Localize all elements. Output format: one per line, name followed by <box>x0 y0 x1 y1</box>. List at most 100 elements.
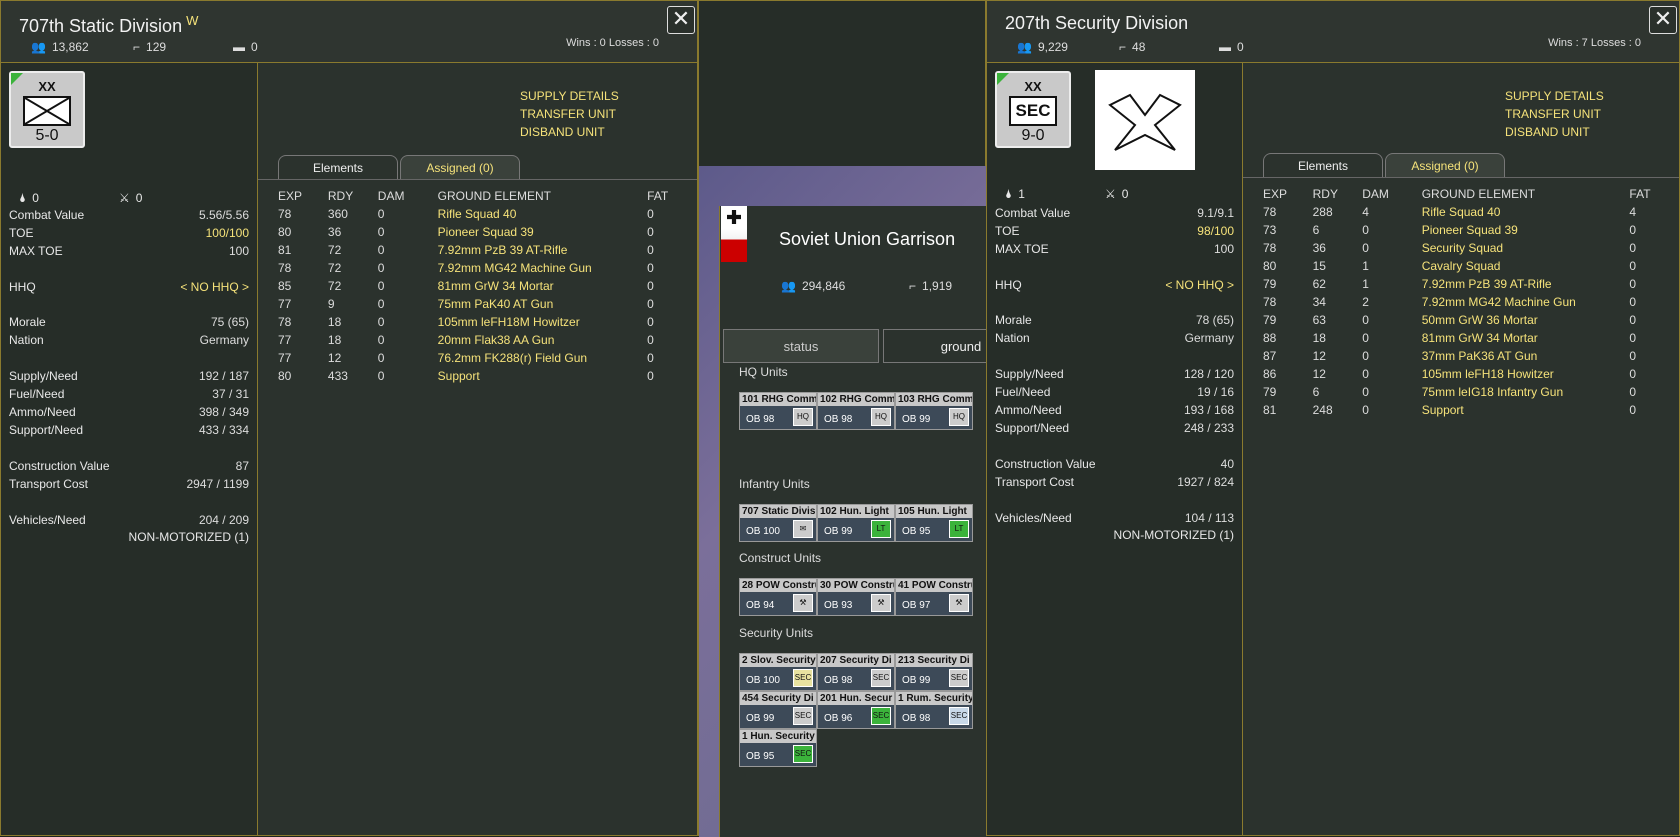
right-title-bar: 207th Security Division 👥 9,229 ⌐ 48 ▬ 0 Wi… <box>987 1 1679 63</box>
people-icon: 👥 <box>31 40 46 54</box>
table-cell: 0 <box>1629 349 1637 363</box>
table-row[interactable]: 78 72 0 7.92mm MG42 Machine Gun 0 <box>278 259 697 277</box>
table-row[interactable]: 86 12 0 105mm leFH18 Howitzer 0 <box>1263 365 1679 383</box>
stat-label: Nation <box>9 333 44 347</box>
column-header: DAM <box>1362 187 1389 201</box>
stat-value: 87 <box>235 459 249 473</box>
unit-type-icon: SEC <box>793 745 813 763</box>
stat-value: 192 / 187 <box>198 369 249 383</box>
unit-box[interactable]: 207 Security Di OB 98 SEC <box>817 653 895 691</box>
table-cell: 80 <box>278 225 292 239</box>
tab-elements[interactable]: Elements <box>1263 153 1383 177</box>
unit-box[interactable]: 102 RHG Comm OB 98 HQ <box>817 392 895 430</box>
stat-value[interactable]: 98/100 <box>1197 224 1234 238</box>
supply-details-link[interactable]: SUPPLY DETAILS <box>520 87 619 105</box>
unit-box[interactable]: 28 POW Constru OB 94 ⚒ <box>739 578 817 616</box>
unit-box[interactable]: 454 Security Di OB 99 SEC <box>739 691 817 729</box>
gun-icon: ⌐ <box>909 279 917 293</box>
stat-label: Transport Cost <box>995 475 1074 489</box>
close-icon: ✕ <box>1653 6 1673 31</box>
stat-value: 19 / 16 <box>1197 385 1234 399</box>
unit-name: 207 Security Di <box>818 654 894 667</box>
tab-assigned[interactable]: Assigned (0) <box>400 155 520 179</box>
table-row[interactable]: 81 248 0 Support 0 <box>1263 401 1679 419</box>
table-cell: 34 <box>1312 295 1326 309</box>
unit-counter[interactable]: XX SEC 9-0 <box>995 71 1071 148</box>
crossed-swords-icon: ⚔ <box>119 191 130 205</box>
transfer-unit-link[interactable]: TRANSFER UNIT <box>1505 105 1604 123</box>
unit-box[interactable]: 1 Rum. Security OB 98 SEC <box>895 691 973 729</box>
column-header: FAT <box>647 189 669 203</box>
tank-icon: ▬ <box>233 40 245 54</box>
table-row[interactable]: 77 9 0 75mm PaK40 AT Gun 0 <box>278 295 697 313</box>
stat-value: 104 / 113 <box>1184 511 1234 525</box>
disband-unit-link[interactable]: DISBAND UNIT <box>1505 123 1604 141</box>
disband-unit-link[interactable]: DISBAND UNIT <box>520 123 619 141</box>
supply-details-link[interactable]: SUPPLY DETAILS <box>1505 87 1604 105</box>
stat-value: 78 (65) <box>1195 313 1234 327</box>
table-cell: 2 <box>1362 295 1369 309</box>
table-row[interactable]: 85 72 0 81mm GrW 34 Mortar 0 <box>278 277 697 295</box>
combat-row: ⚔ 0 <box>119 191 143 205</box>
unit-type-icon: HQ <box>871 408 891 426</box>
motorization: NON-MOTORIZED (1) <box>128 530 249 544</box>
unit-box[interactable]: 41 POW Constru OB 97 ⚒ <box>895 578 973 616</box>
table-row[interactable]: 81 72 0 7.92mm PzB 39 AT-Rifle 0 <box>278 241 697 259</box>
stat-label: Vehicles/Need <box>995 511 1072 525</box>
table-row[interactable]: 78 360 0 Rifle Squad 40 0 <box>278 205 697 223</box>
stat-label: TOE <box>9 226 34 240</box>
table-row[interactable]: 80 15 1 Cavalry Squad 0 <box>1263 257 1679 275</box>
close-button[interactable]: ✕ <box>1649 6 1677 34</box>
unit-box[interactable]: 102 Hun. Light OB 99 LT <box>817 504 895 542</box>
table-cell: 12 <box>1312 349 1326 363</box>
close-button[interactable]: ✕ <box>667 6 695 34</box>
table-row[interactable]: 78 288 4 Rifle Squad 40 4 <box>1263 203 1679 221</box>
unit-box[interactable]: 103 RHG Comm OB 99 HQ <box>895 392 973 430</box>
table-row[interactable]: 79 6 0 75mm leIG18 Infantry Gun 0 <box>1263 383 1679 401</box>
unit-counter[interactable]: XX 5-0 <box>9 71 85 148</box>
crossed-swords-icon: ⚔ <box>1105 187 1116 201</box>
table-row[interactable]: 80 36 0 Pioneer Squad 39 0 <box>278 223 697 241</box>
table-cell: 78 <box>1263 241 1277 255</box>
unit-ob: OB 98 <box>824 675 853 686</box>
table-row[interactable]: 77 18 0 20mm Flak38 AA Gun 0 <box>278 331 697 349</box>
unit-box[interactable]: 2 Slov. Security OB 100 SEC <box>739 653 817 691</box>
unit-ob: OB 98 <box>746 414 775 425</box>
table-row[interactable]: 73 6 0 Pioneer Squad 39 0 <box>1263 221 1679 239</box>
unit-box[interactable]: 101 RHG Comm OB 98 HQ <box>739 392 817 430</box>
table-cell: 18 <box>1312 331 1326 345</box>
unit-box[interactable]: 707 Static Divis OB 100 ✉ <box>739 504 817 542</box>
table-cell: 80 <box>278 369 292 383</box>
table-cell: 7.92mm PzB 39 AT-Rifle <box>1421 277 1552 291</box>
unit-name: 1 Hun. Security <box>740 730 816 743</box>
security-symbol-icon: SEC <box>1009 96 1057 126</box>
table-row[interactable]: 77 12 0 76.2mm FK288(r) Field Gun 0 <box>278 349 697 367</box>
gun-icon: ⌐ <box>133 40 141 54</box>
tab-assigned[interactable]: Assigned (0) <box>1385 153 1505 177</box>
stat-value[interactable]: 100/100 <box>206 226 249 240</box>
table-row[interactable]: 78 18 0 105mm leFH18M Howitzer 0 <box>278 313 697 331</box>
table-row[interactable]: 79 63 0 50mm GrW 36 Mortar 0 <box>1263 311 1679 329</box>
stat-label: HHQ <box>995 278 1022 292</box>
section-heading: Infantry Units <box>739 477 810 491</box>
column-header: EXP <box>1263 187 1288 201</box>
unit-name: 30 POW Constru <box>818 579 894 592</box>
unit-box[interactable]: 105 Hun. Light OB 95 LT <box>895 504 973 542</box>
stat-value[interactable]: < NO HHQ > <box>1165 278 1234 292</box>
table-cell: 1 <box>1362 277 1369 291</box>
table-row[interactable]: 78 36 0 Security Squad 0 <box>1263 239 1679 257</box>
unit-box[interactable]: 213 Security Di OB 99 SEC <box>895 653 973 691</box>
unit-box[interactable]: 1 Hun. Security OB 95 SEC <box>739 729 817 767</box>
table-row[interactable]: 79 62 1 7.92mm PzB 39 AT-Rifle 0 <box>1263 275 1679 293</box>
tab-status[interactable]: status <box>723 329 879 363</box>
table-row[interactable]: 88 18 0 81mm GrW 34 Mortar 0 <box>1263 329 1679 347</box>
table-row[interactable]: 78 34 2 7.92mm MG42 Machine Gun 0 <box>1263 293 1679 311</box>
tab-elements[interactable]: Elements <box>278 155 398 179</box>
table-row[interactable]: 87 12 0 37mm PaK36 AT Gun 0 <box>1263 347 1679 365</box>
column-header: FAT <box>1629 187 1651 201</box>
transfer-unit-link[interactable]: TRANSFER UNIT <box>520 105 619 123</box>
table-row[interactable]: 80 433 0 Support 0 <box>278 367 697 385</box>
unit-box[interactable]: 30 POW Constru OB 93 ⚒ <box>817 578 895 616</box>
stat-value[interactable]: < NO HHQ > <box>180 280 249 294</box>
unit-box[interactable]: 201 Hun. Secur OB 96 SEC <box>817 691 895 729</box>
